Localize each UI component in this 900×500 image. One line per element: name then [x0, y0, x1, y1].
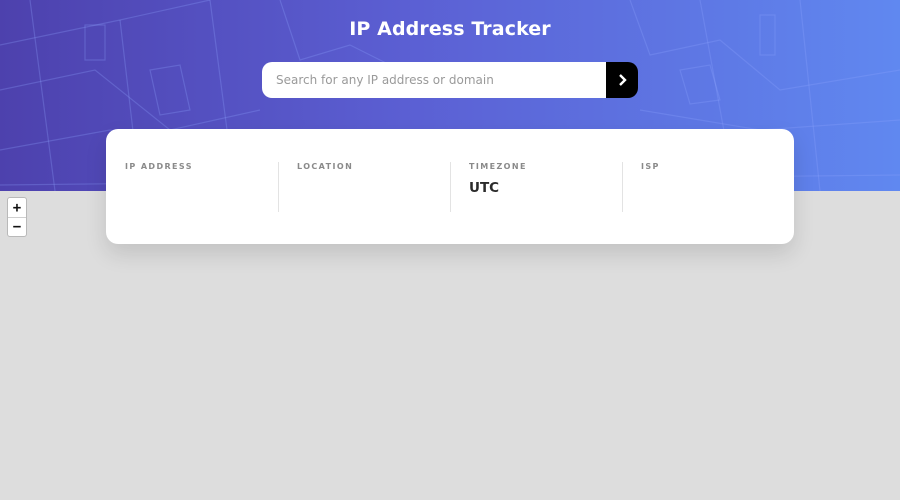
page-title: IP Address Tracker: [349, 18, 551, 40]
zoom-in-button[interactable]: +: [8, 198, 26, 217]
search-submit-button[interactable]: [606, 62, 638, 98]
ip-info-card: IP Address Location Timezone UTC ISP: [106, 129, 794, 244]
search-bar: [262, 62, 638, 98]
chevron-right-icon: [618, 74, 627, 86]
info-label: ISP: [641, 162, 660, 171]
info-ip-address: IP Address: [106, 162, 278, 212]
info-label: IP Address: [125, 162, 193, 171]
info-label: Timezone: [469, 162, 527, 171]
info-value: UTC: [469, 180, 500, 196]
search-input[interactable]: [262, 62, 606, 98]
info-timezone: Timezone UTC: [450, 162, 622, 212]
zoom-out-button[interactable]: −: [8, 217, 26, 236]
info-isp: ISP: [622, 162, 794, 212]
info-location: Location: [278, 162, 450, 212]
map-zoom-control: + −: [7, 197, 27, 237]
info-label: Location: [297, 162, 354, 171]
